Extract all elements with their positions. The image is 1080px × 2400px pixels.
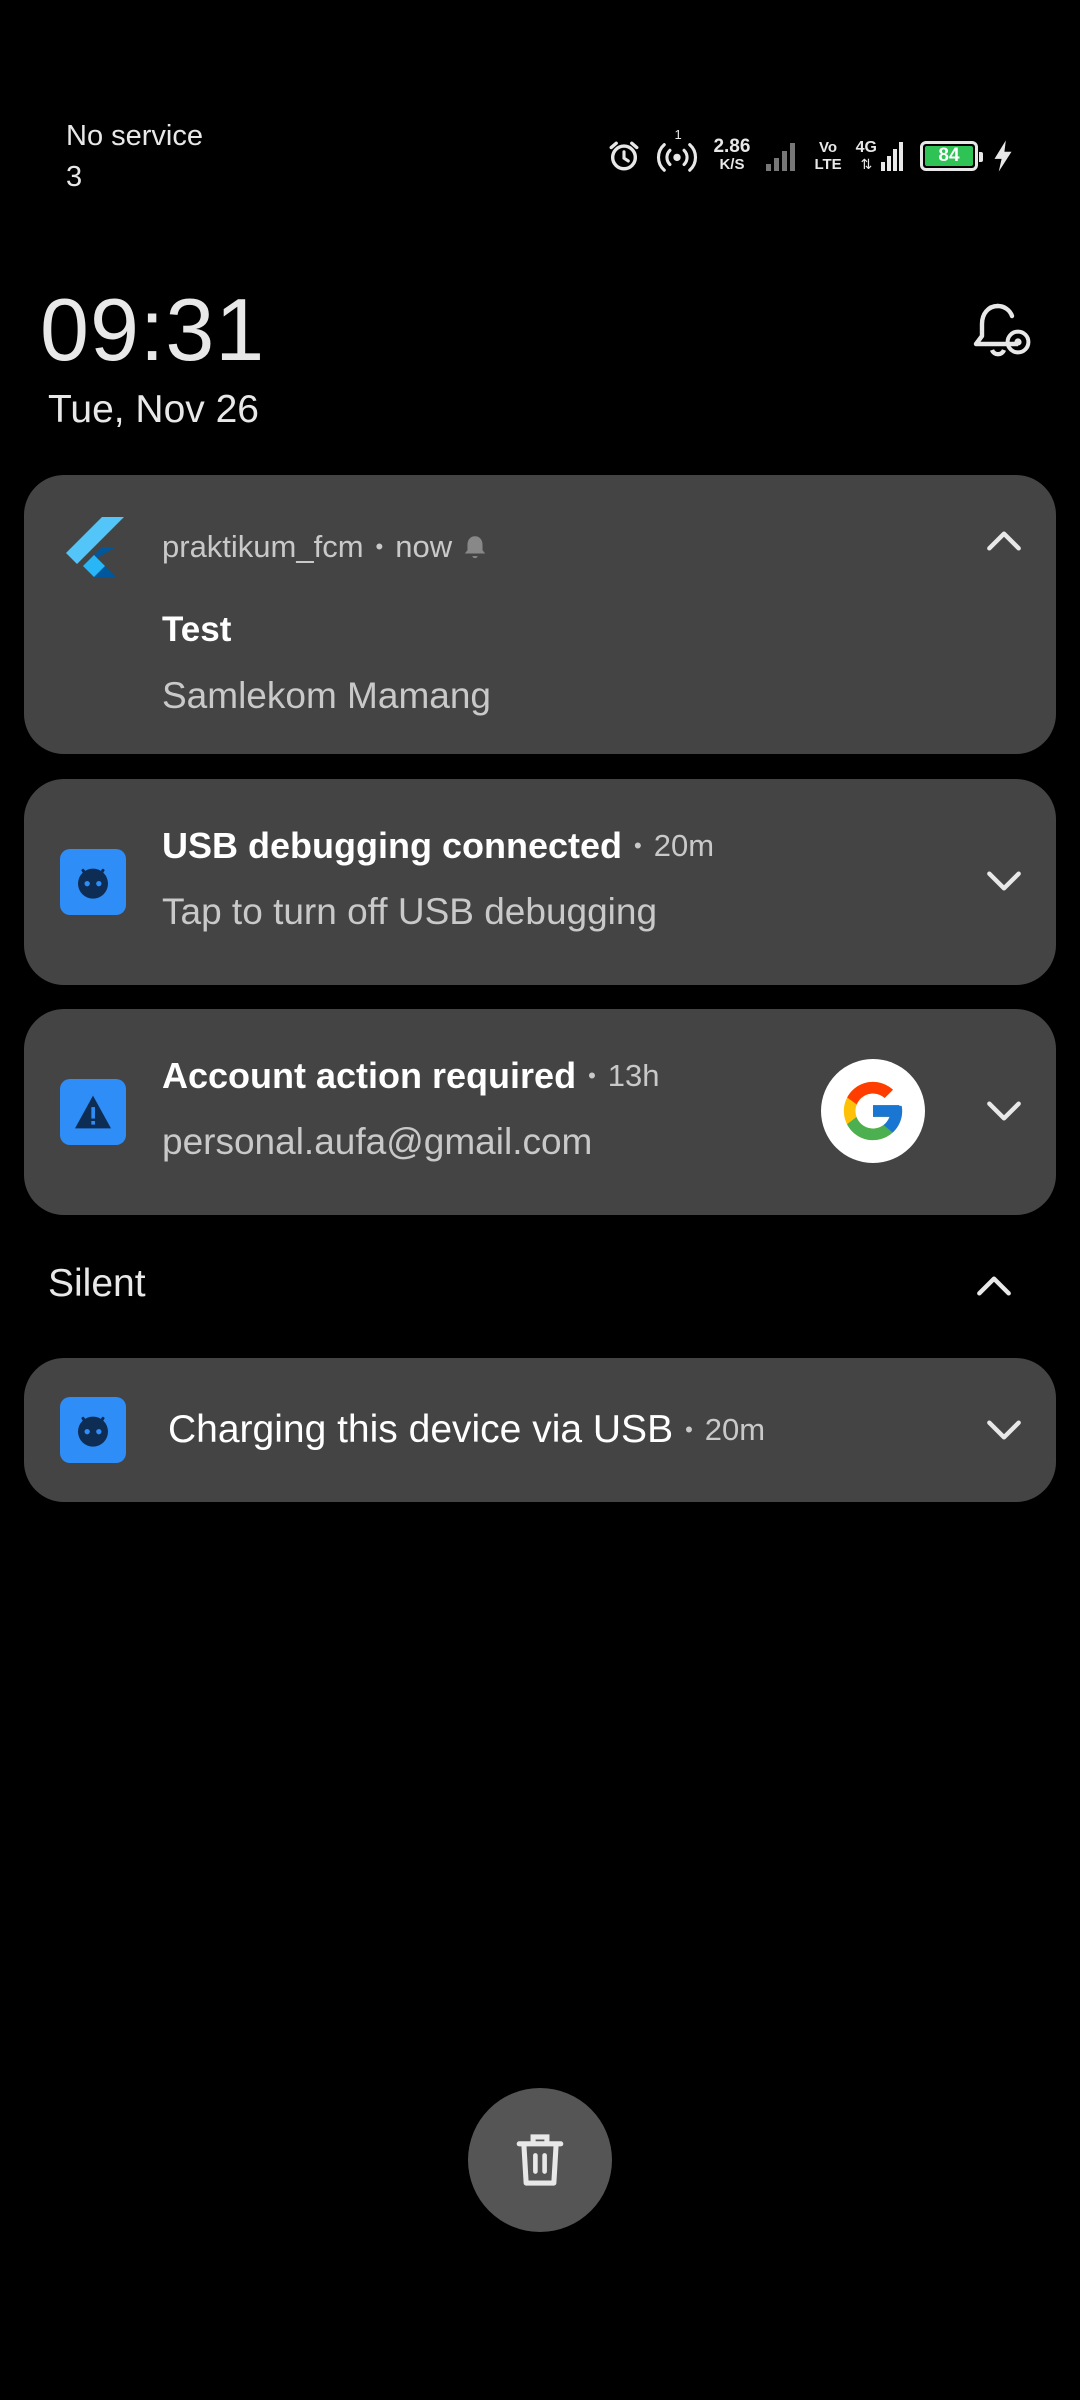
clock-time[interactable]: 09:31 bbox=[40, 280, 265, 380]
silent-collapse-icon[interactable] bbox=[972, 1264, 1016, 1308]
hotspot-icon bbox=[657, 143, 698, 172]
chevron-down-icon[interactable] bbox=[982, 1089, 1026, 1133]
notification-time: 20m bbox=[653, 828, 715, 863]
trash-icon bbox=[516, 2134, 564, 2186]
clock-date[interactable]: Tue, Nov 26 bbox=[48, 388, 259, 432]
battery-level: 84 bbox=[925, 145, 973, 166]
battery-icon: 84 bbox=[920, 141, 983, 171]
notification-card-account[interactable]: Account action required • 13h personal.a… bbox=[24, 1009, 1056, 1215]
notification-time: now bbox=[395, 529, 453, 564]
separator-dot: • bbox=[588, 1063, 596, 1088]
hotspot-indicator: 1 bbox=[655, 127, 699, 173]
warning-triangle-icon bbox=[75, 1095, 111, 1129]
notification-header: Account action required • 13h bbox=[162, 1055, 660, 1097]
clear-all-button[interactable] bbox=[468, 2088, 612, 2232]
silent-section-header: Silent bbox=[48, 1262, 146, 1305]
4g-bars-icon bbox=[881, 142, 903, 171]
notification-time: 20m bbox=[704, 1412, 766, 1447]
notification-card-usb-debugging[interactable]: USB debugging connected • 20m Tap to tur… bbox=[24, 779, 1056, 985]
notification-settings-icon[interactable] bbox=[970, 298, 1034, 364]
carrier-line-2: 3 bbox=[66, 161, 83, 193]
notification-card-charging[interactable]: Charging this device via USB • 20m bbox=[24, 1358, 1056, 1502]
4g-signal-icon: 4G ⇅ bbox=[856, 140, 906, 172]
volte-top: Vo bbox=[819, 139, 838, 156]
notification-body: Samlekom Mamang bbox=[162, 675, 492, 716]
separator-dot: • bbox=[634, 833, 642, 858]
flutter-icon bbox=[66, 517, 124, 577]
notification-header: praktikum_fcm • now bbox=[162, 529, 488, 565]
notification-title: Charging this device via USB bbox=[168, 1408, 674, 1451]
data-arrows-icon: ⇅ bbox=[860, 156, 873, 172]
signal-icon bbox=[766, 143, 796, 171]
chevron-down-icon[interactable] bbox=[982, 859, 1026, 903]
notification-header: USB debugging connected • 20m bbox=[162, 825, 714, 867]
google-g-icon bbox=[843, 1081, 903, 1141]
android-system-icon bbox=[60, 849, 126, 915]
status-bar: No service 3 1 2.86 K/S Vo LTE 4G ⇅ 84 bbox=[0, 0, 1080, 200]
notification-time: 13h bbox=[607, 1058, 660, 1093]
app-name: praktikum_fcm bbox=[162, 529, 364, 564]
separator-dot: • bbox=[375, 534, 384, 559]
notification-body: personal.aufa@gmail.com bbox=[162, 1121, 593, 1162]
notification-header: Charging this device via USB • 20m bbox=[168, 1408, 765, 1452]
volte-icon: Vo LTE bbox=[814, 139, 841, 173]
android-face-icon bbox=[78, 1416, 108, 1447]
notification-title: USB debugging connected bbox=[162, 825, 623, 866]
charging-bolt-icon bbox=[994, 140, 1012, 172]
network-speed-unit: K/S bbox=[719, 156, 745, 173]
chevron-down-icon[interactable] bbox=[982, 1408, 1026, 1452]
carrier-line-1: No service bbox=[66, 120, 203, 152]
notification-title: Test bbox=[162, 610, 232, 649]
notification-body: Tap to turn off USB debugging bbox=[162, 891, 658, 932]
android-system-icon bbox=[60, 1397, 126, 1463]
network-type: 4G bbox=[855, 139, 877, 156]
google-logo bbox=[821, 1059, 925, 1163]
network-speed-value: 2.86 bbox=[713, 136, 751, 157]
status-icons: 1 2.86 K/S Vo LTE 4G ⇅ 84 bbox=[607, 127, 1014, 180]
notification-title: Account action required bbox=[162, 1055, 577, 1096]
carrier-info: No service 3 bbox=[66, 116, 203, 198]
notification-card-fcm[interactable]: praktikum_fcm • now Test Samlekom Mamang bbox=[24, 475, 1056, 754]
bell-icon bbox=[464, 536, 486, 559]
alarm-icon bbox=[610, 141, 639, 171]
volte-bottom: LTE bbox=[814, 156, 842, 173]
separator-dot: • bbox=[685, 1417, 693, 1442]
warning-icon bbox=[60, 1079, 126, 1145]
chevron-up-icon[interactable] bbox=[982, 519, 1026, 563]
hotspot-count: 1 bbox=[674, 127, 682, 142]
network-speed: 2.86 K/S bbox=[713, 136, 751, 174]
android-face-icon bbox=[78, 868, 108, 899]
